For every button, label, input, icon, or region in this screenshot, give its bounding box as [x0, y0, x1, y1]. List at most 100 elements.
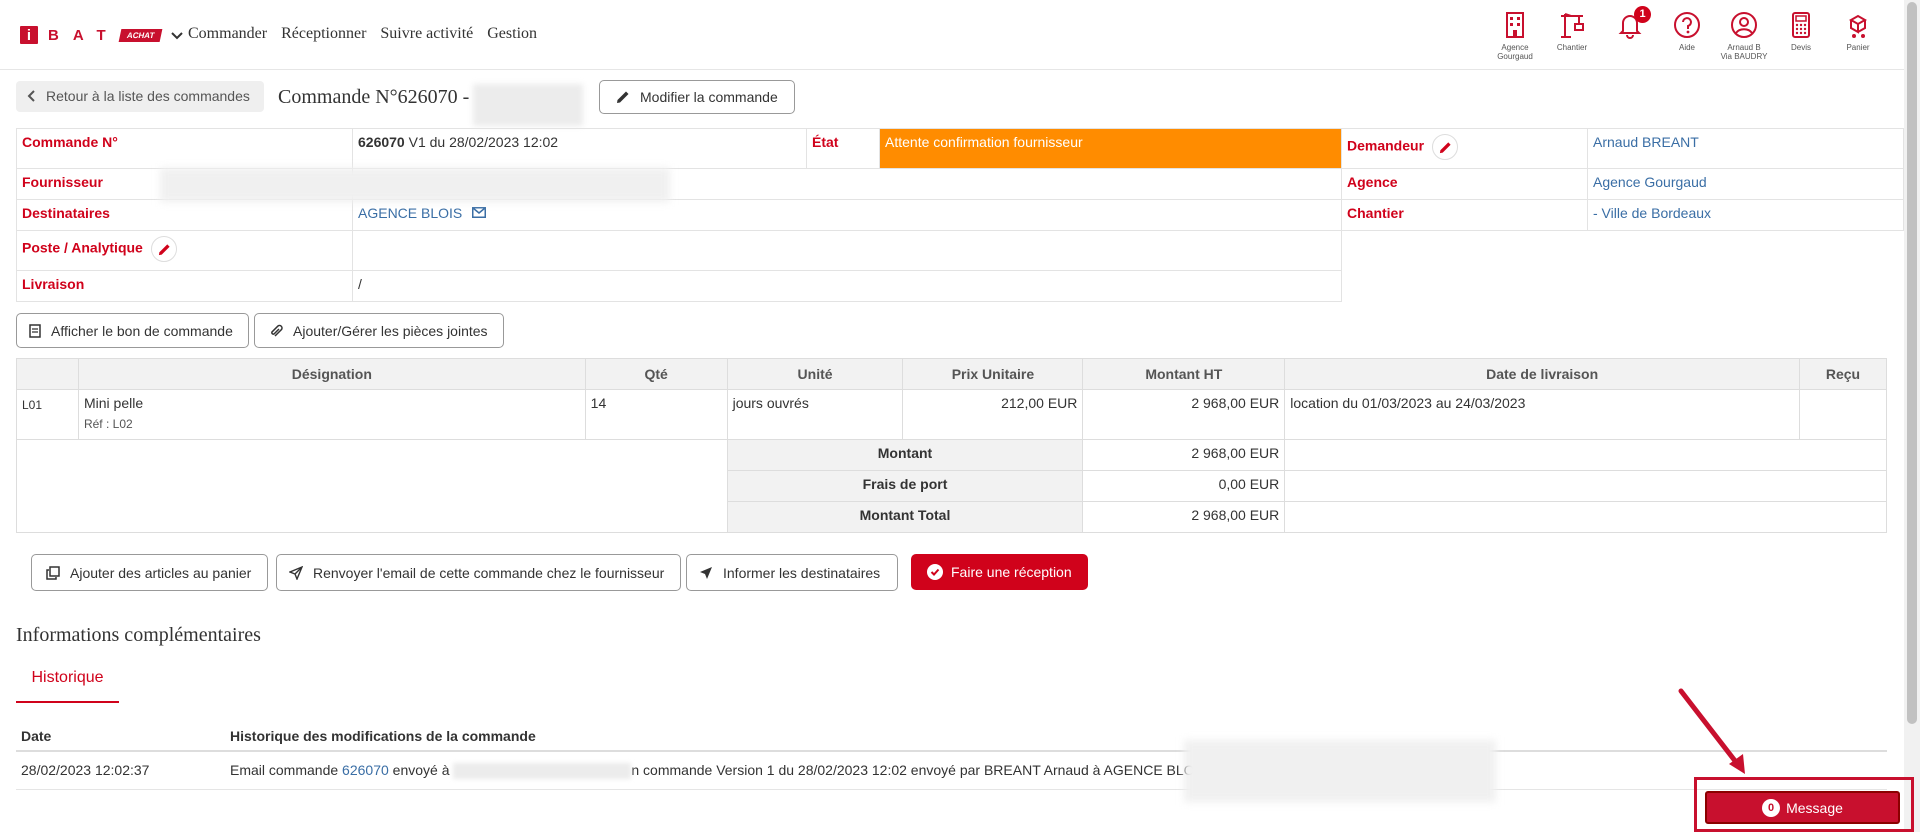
annotation-arrow-icon	[1678, 688, 1745, 774]
top-bar: i BAT ACHAT Commander Réceptionner Suivr…	[0, 0, 1904, 70]
empty-cell	[16, 439, 728, 533]
col-header-delivery: Date de livraison	[1284, 358, 1800, 390]
agence-value[interactable]: Agence Gourgaud	[1587, 168, 1904, 200]
back-to-list-button[interactable]: Retour à la liste des commandes	[16, 81, 264, 112]
pencil-icon	[158, 244, 170, 256]
redacted-area	[453, 763, 632, 780]
history-suffix: n commande Version 1 du 28/02/2023 12:02…	[631, 762, 1208, 778]
resend-email-button[interactable]: Renvoyer l'email de cette commande chez …	[276, 554, 682, 591]
app-logo[interactable]: i BAT ACHAT	[20, 26, 185, 44]
livraison-label: Livraison	[16, 270, 353, 302]
chevron-down-icon[interactable]	[169, 27, 185, 43]
show-order-form-button[interactable]: Afficher le bon de commande	[16, 313, 249, 348]
total-value: 2 968,00 EUR	[1082, 439, 1286, 471]
inform-recipients-label: Informer les destinataires	[723, 564, 881, 581]
commande-number: 626070	[358, 134, 405, 150]
history-col-date: Date	[16, 722, 225, 752]
logo-i-mark: i	[20, 26, 38, 44]
history-table: Date Historique des modifications de la …	[16, 722, 1887, 791]
commande-version: V1 du 28/02/2023 12:02	[404, 134, 559, 150]
redacted-area	[1184, 740, 1496, 802]
total-label: Montant	[726, 439, 1084, 471]
commande-value: 626070 V1 du 28/02/2023 12:02	[352, 128, 807, 169]
vertical-scrollbar[interactable]	[1904, 0, 1920, 832]
col-header-qty: Qté	[584, 358, 728, 390]
history-text: Email commande 626070 envoyé à n command…	[225, 751, 1887, 791]
grand-total-label: Montant Total	[726, 501, 1084, 533]
edit-demandeur-button[interactable]	[1431, 134, 1458, 160]
empty-cell	[1284, 439, 1887, 471]
history-order-link[interactable]: 626070	[342, 762, 389, 778]
history-prefix: Email commande	[230, 762, 343, 778]
reference: Réf : L02	[83, 417, 133, 431]
table-row: L01 Mini pelle Réf : L02 14 jours ouvrés…	[16, 389, 1888, 440]
quantity: 14	[584, 389, 728, 440]
designation: Mini pelle	[83, 395, 144, 411]
tool-panier[interactable]: Panier	[1832, 10, 1884, 52]
nav-gestion[interactable]: Gestion	[487, 25, 537, 43]
shipping-label: Frais de port	[726, 470, 1084, 502]
destinataires-label: Destinataires	[16, 199, 353, 231]
edit-order-button[interactable]: Modifier la commande	[599, 80, 795, 114]
etat-label: État	[806, 128, 880, 169]
edit-poste-button[interactable]	[150, 236, 177, 262]
scrollbar-thumb[interactable]	[1907, 2, 1917, 724]
order-lines-table: Désignation Qté Unité Prix Unitaire Mont…	[16, 358, 1888, 533]
empty-cell	[1284, 501, 1887, 533]
line-number: L01	[16, 389, 79, 440]
make-reception-button[interactable]: Faire une réception	[911, 554, 1088, 590]
back-to-list-label: Retour à la liste des commandes	[46, 88, 250, 104]
tool-user[interactable]: Arnaud B Via BAUDRY	[1718, 10, 1770, 61]
inform-recipients-button[interactable]: Informer les destinataires	[686, 554, 899, 591]
designation-cell: Mini pelle Réf : L02	[77, 389, 586, 440]
message-count-badge: 0	[1762, 798, 1781, 817]
calculator-icon	[1792, 12, 1810, 38]
logo-text: BAT	[48, 26, 120, 44]
tab-historique[interactable]: Historique	[16, 663, 119, 703]
tool-chantier[interactable]: Chantier	[1546, 10, 1598, 52]
shipping-value: 0,00 EUR	[1082, 470, 1286, 502]
nav-suivre-activite[interactable]: Suivre activité	[380, 25, 473, 43]
amount-ht: 2 968,00 EUR	[1082, 389, 1286, 440]
tool-chantier-label: Chantier	[1556, 43, 1588, 52]
empty-cell	[1342, 231, 1904, 302]
tool-devis[interactable]: Devis	[1775, 10, 1827, 52]
add-to-cart-button[interactable]: Ajouter des articles au panier	[31, 554, 269, 591]
pencil-icon	[1439, 142, 1451, 154]
tool-agence[interactable]: Agence Gourgaud	[1489, 10, 1541, 61]
commande-label: Commande N°	[16, 128, 353, 169]
destinataire-link[interactable]: AGENCE BLOIS	[358, 205, 462, 221]
tool-user-label: Arnaud B Via BAUDRY	[1720, 43, 1768, 61]
attachments-button[interactable]: Ajouter/Gérer les pièces jointes	[254, 313, 504, 348]
tool-agence-label: Agence Gourgaud	[1497, 43, 1533, 61]
paper-plane-filled-icon	[700, 566, 712, 579]
destinataires-value: AGENCE BLOIS	[352, 199, 1342, 231]
received	[1798, 389, 1888, 440]
agence-label: Agence	[1341, 168, 1588, 200]
demandeur-value[interactable]: Arnaud BREANT	[1587, 128, 1904, 169]
main-nav: Commander Réceptionner Suivre activité G…	[188, 25, 551, 43]
table-row: 28/02/2023 12:02:37 Email commande 62607…	[16, 751, 1887, 791]
tool-notifications[interactable]: 1	[1604, 6, 1656, 40]
chantier-value[interactable]: - Ville de Bordeaux	[1587, 199, 1904, 231]
empty-cell	[1284, 470, 1887, 502]
tool-aide[interactable]: Aide	[1661, 10, 1713, 52]
message-button[interactable]: 0 Message	[1705, 791, 1900, 824]
demandeur-cell: Demandeur	[1341, 128, 1588, 169]
nav-receptionner[interactable]: Réceptionner	[281, 25, 366, 43]
history-date: 28/02/2023 12:02:37	[16, 751, 225, 791]
poste-cell: Poste / Analytique	[16, 230, 353, 271]
tool-aide-label: Aide	[1678, 43, 1695, 52]
col-header-line	[16, 358, 79, 390]
edit-order-label: Modifier la commande	[640, 89, 778, 105]
col-header-amount: Montant HT	[1082, 358, 1286, 390]
help-icon	[1674, 12, 1700, 38]
demandeur-label: Demandeur	[1347, 137, 1425, 154]
livraison-value: /	[352, 270, 1342, 302]
show-order-form-label: Afficher le bon de commande	[51, 322, 233, 339]
page-title: Commande N°626070 -	[278, 86, 470, 108]
col-header-unit-price: Prix Unitaire	[902, 358, 1084, 390]
cart-icon	[1848, 14, 1868, 38]
envelope-icon[interactable]	[472, 207, 487, 218]
nav-commander[interactable]: Commander	[188, 25, 267, 43]
